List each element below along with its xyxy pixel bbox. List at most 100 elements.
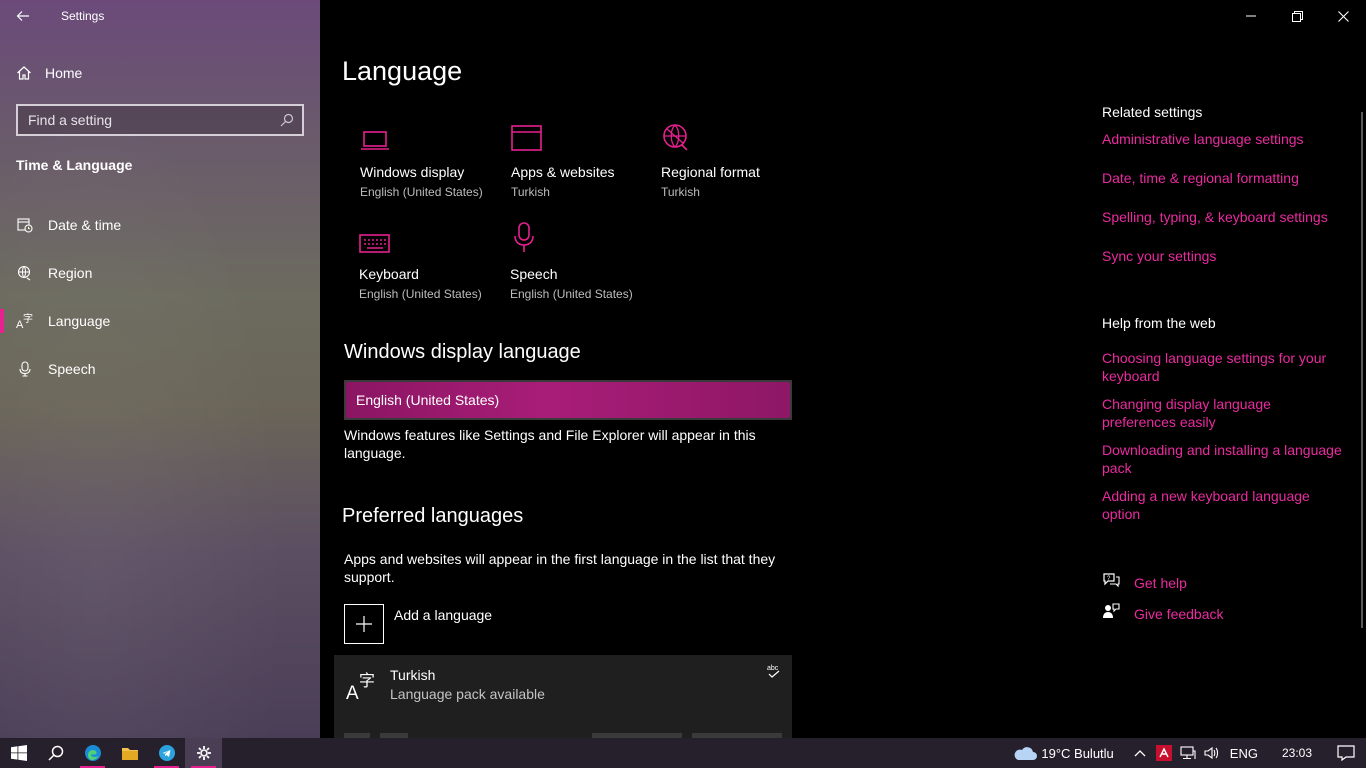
home-icon bbox=[17, 66, 31, 80]
nav-home-label: Home bbox=[45, 65, 83, 81]
help-heading: Help from the web bbox=[1102, 315, 1216, 331]
tile-speech[interactable]: Speech English (United States) bbox=[510, 220, 655, 301]
close-icon bbox=[1337, 10, 1349, 22]
close-button[interactable] bbox=[1320, 0, 1366, 32]
sidebar-item-label: Date & time bbox=[48, 217, 122, 233]
get-help-label[interactable]: Get help bbox=[1134, 574, 1187, 592]
tile-title: Keyboard bbox=[359, 266, 419, 282]
plus-icon bbox=[344, 604, 384, 644]
minimize-button[interactable] bbox=[1228, 0, 1274, 32]
get-help-link[interactable]: ? Get help bbox=[1102, 572, 1187, 593]
page-title: Language bbox=[342, 56, 463, 86]
file-explorer-button[interactable] bbox=[111, 738, 148, 768]
help-link-display-language[interactable]: Changing display language preferences ea… bbox=[1102, 395, 1342, 431]
tile-windows-display[interactable]: Windows display English (United States) bbox=[360, 118, 505, 199]
svg-text:字: 字 bbox=[23, 312, 33, 325]
language-icon: A字 bbox=[16, 312, 34, 330]
display-language-heading: Windows display language bbox=[344, 341, 581, 363]
system-tray: 19°C Bulutlu ENG 23:03 bbox=[1009, 738, 1366, 768]
help-link-keyboard-language[interactable]: Choosing language settings for your keyb… bbox=[1102, 349, 1342, 385]
sidebar-item-date-time[interactable]: Date & time bbox=[0, 205, 320, 245]
scrollbar[interactable] bbox=[1361, 112, 1363, 628]
minimize-icon bbox=[1246, 15, 1256, 17]
sidebar-item-region[interactable]: Region bbox=[0, 253, 320, 293]
clock[interactable]: 23:03 bbox=[1282, 746, 1312, 760]
language-list-item[interactable]: A字 Turkish Language pack available abc bbox=[334, 655, 792, 738]
sidebar-item-label: Speech bbox=[48, 361, 96, 377]
volume-icon[interactable] bbox=[1200, 738, 1224, 768]
svg-text:字: 字 bbox=[359, 671, 375, 690]
start-button[interactable] bbox=[0, 738, 37, 768]
help-link-keyboard-option[interactable]: Adding a new keyboard language option bbox=[1102, 487, 1342, 523]
give-feedback-link[interactable]: Give feedback bbox=[1102, 603, 1224, 624]
back-arrow-icon bbox=[16, 11, 29, 21]
language-icon: A字 bbox=[346, 669, 378, 706]
edge-taskbar-button[interactable] bbox=[74, 738, 111, 768]
tile-apps-websites[interactable]: Apps & websites Turkish bbox=[511, 118, 656, 199]
language-status: Language pack available bbox=[390, 686, 545, 702]
tile-subtitle: English (United States) bbox=[510, 287, 633, 301]
related-link-spelling-typing[interactable]: Spelling, typing, & keyboard settings bbox=[1102, 208, 1342, 226]
sidebar-item-label: Language bbox=[48, 313, 111, 329]
tile-subtitle: English (United States) bbox=[359, 287, 482, 301]
tile-keyboard[interactable]: Keyboard English (United States) bbox=[359, 220, 504, 301]
display-language-description: Windows features like Settings and File … bbox=[344, 427, 756, 461]
telegram-taskbar-button[interactable] bbox=[148, 738, 185, 768]
svg-text:abc: abc bbox=[767, 665, 779, 672]
search-icon bbox=[47, 745, 63, 761]
tile-title: Windows display bbox=[360, 164, 465, 180]
network-icon[interactable] bbox=[1176, 738, 1200, 768]
tile-regional-format[interactable]: Regional format Turkish bbox=[661, 118, 806, 199]
nav-home[interactable]: Home bbox=[16, 60, 82, 86]
tile-subtitle: English (United States) bbox=[360, 185, 483, 199]
settings-taskbar-button[interactable] bbox=[185, 738, 222, 768]
related-link-sync-settings[interactable]: Sync your settings bbox=[1102, 247, 1342, 265]
windows-logo-icon bbox=[10, 745, 27, 761]
related-link-admin-language[interactable]: Administrative language settings bbox=[1102, 130, 1342, 148]
folder-icon bbox=[121, 748, 138, 760]
globe-icon bbox=[661, 118, 806, 152]
related-settings: Related settings Administrative language… bbox=[1102, 104, 1342, 523]
keyboard-icon bbox=[359, 220, 504, 254]
edge-browser-icon bbox=[84, 745, 101, 761]
app-title: Settings bbox=[61, 9, 105, 23]
gear-icon bbox=[196, 746, 211, 760]
tile-title: Speech bbox=[510, 266, 558, 282]
language-name: Turkish bbox=[390, 667, 436, 683]
main-content: Language Windows display English (United… bbox=[320, 0, 1366, 738]
restore-button[interactable] bbox=[1274, 0, 1320, 32]
sidebar-item-language[interactable]: A字 Language bbox=[0, 301, 320, 341]
display-language-select[interactable]: English (United States) bbox=[344, 380, 792, 420]
action-center-icon[interactable] bbox=[1326, 738, 1366, 768]
amd-radeon-icon[interactable] bbox=[1152, 738, 1176, 768]
tile-subtitle: Turkish bbox=[511, 185, 550, 199]
display-language-value: English (United States) bbox=[356, 392, 500, 408]
help-link-language-pack[interactable]: Downloading and installing a language pa… bbox=[1102, 441, 1342, 477]
chevron-up-icon[interactable] bbox=[1128, 738, 1152, 768]
section-title: Time & Language bbox=[16, 157, 133, 173]
search-input[interactable] bbox=[28, 112, 268, 128]
svg-text:A: A bbox=[346, 683, 359, 701]
search-box[interactable] bbox=[16, 104, 304, 136]
tile-title: Apps & websites bbox=[511, 164, 615, 180]
sidebar-item-speech[interactable]: Speech bbox=[0, 349, 320, 389]
titlebar-left: Settings bbox=[0, 0, 320, 32]
weather-cloud-icon[interactable] bbox=[1009, 738, 1041, 768]
microphone-icon bbox=[510, 220, 655, 254]
laptop-icon bbox=[360, 118, 505, 152]
add-language-label: Add a language bbox=[394, 607, 493, 623]
search-button[interactable] bbox=[37, 738, 74, 768]
restore-icon bbox=[1291, 10, 1303, 22]
sidebar: Settings Home Time & Language Date & tim… bbox=[0, 0, 320, 738]
input-language-indicator[interactable]: ENG bbox=[1230, 746, 1258, 761]
give-feedback-label[interactable]: Give feedback bbox=[1134, 605, 1224, 623]
microphone-icon bbox=[16, 360, 34, 378]
back-button[interactable] bbox=[0, 0, 46, 32]
window-controls bbox=[1228, 0, 1366, 32]
related-link-date-time-regional[interactable]: Date, time & regional formatting bbox=[1102, 169, 1342, 187]
telegram-icon bbox=[158, 745, 175, 761]
add-language-button[interactable]: Add a language bbox=[344, 604, 492, 644]
spell-check-icon: abc bbox=[766, 663, 782, 686]
related-settings-heading: Related settings bbox=[1102, 104, 1203, 120]
weather-text[interactable]: 19°C Bulutlu bbox=[1041, 746, 1113, 761]
